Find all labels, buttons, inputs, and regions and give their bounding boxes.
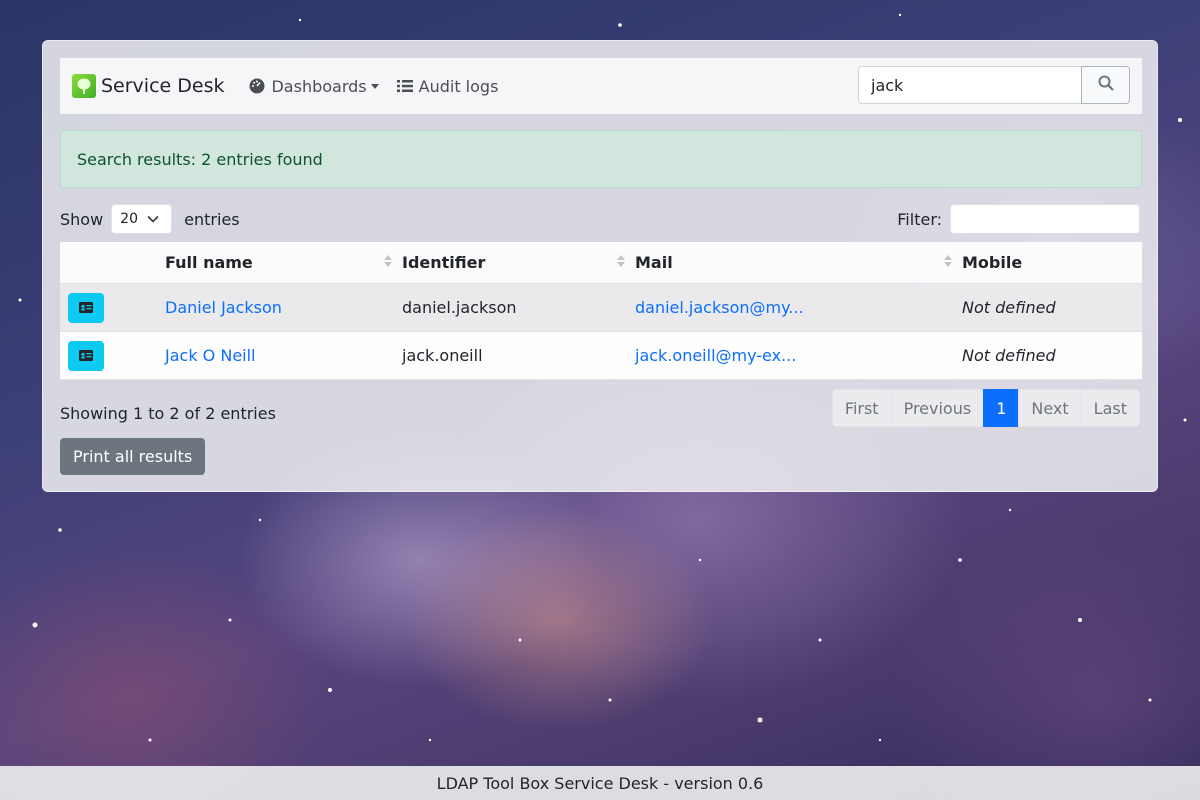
pagination-last[interactable]: Last: [1080, 389, 1140, 427]
main-panel: Service Desk Dashboards Audit logs jack …: [42, 40, 1158, 492]
header-mail[interactable]: Mail: [635, 253, 962, 272]
full-name-link[interactable]: Daniel Jackson: [165, 298, 282, 317]
sort-icon: [384, 255, 392, 272]
sort-icon: [944, 255, 952, 272]
full-name-link[interactable]: Jack O Neill: [165, 346, 256, 365]
navbar: Service Desk Dashboards Audit logs jack: [60, 58, 1142, 114]
sort-icon: [617, 255, 625, 272]
header-mobile-label: Mobile: [962, 253, 1023, 272]
brand-link[interactable]: Service Desk: [72, 74, 224, 98]
print-all-results-button[interactable]: Print all results: [60, 438, 206, 475]
length-control: Show 20 entries: [60, 204, 240, 234]
header-full-name-label: Full name: [165, 253, 253, 272]
pagination-next[interactable]: Next: [1018, 389, 1082, 427]
cell-mail: jack.oneill@my-ex...: [635, 346, 962, 365]
cell-full-name: Jack O Neill: [165, 346, 402, 365]
pagination: First Previous 1 Next Last: [831, 389, 1140, 427]
gauge-icon: [249, 78, 265, 94]
search-input[interactable]: [858, 66, 1081, 104]
search-form: [858, 66, 1130, 104]
results-table: Full name Identifier Mail Mobile Daniel …: [60, 242, 1142, 380]
show-label: Show: [60, 209, 104, 229]
footer: LDAP Tool Box Service Desk - version 0.6: [0, 766, 1200, 800]
cell-full-name: Daniel Jackson: [165, 298, 402, 317]
cell-mail: daniel.jackson@my...: [635, 298, 962, 317]
chevron-down-icon: [147, 211, 159, 227]
nav-audit-logs[interactable]: Audit logs: [396, 76, 499, 96]
caret-down-icon: [370, 83, 379, 89]
filter-control: Filter:: [897, 204, 1140, 234]
list-icon: [396, 79, 413, 93]
cell-identifier: jack.oneill: [402, 346, 483, 365]
alert-text: Search results: 2 entries found: [77, 149, 323, 169]
row-actions: [60, 340, 165, 371]
nav-dashboards-label: Dashboards: [271, 76, 367, 96]
search-icon: [1098, 75, 1114, 95]
pagination-page-1[interactable]: 1: [983, 389, 1020, 427]
cell-mobile: Not defined: [962, 298, 1056, 317]
cell-identifier: daniel.jackson: [402, 298, 517, 317]
table-row: Jack O Neill jack.oneill jack.oneill@my-…: [60, 331, 1142, 379]
row-actions: [60, 292, 165, 323]
pagination-previous[interactable]: Previous: [890, 389, 985, 427]
table-info: Showing 1 to 2 of 2 entries: [60, 404, 276, 423]
cell-mobile: Not defined: [962, 346, 1056, 365]
tree-logo-icon: [72, 74, 96, 98]
nav-audit-logs-label: Audit logs: [418, 76, 499, 96]
table-header: Full name Identifier Mail Mobile: [60, 242, 1142, 283]
search-results-alert: Search results: 2 entries found: [60, 130, 1142, 188]
filter-input[interactable]: [950, 204, 1140, 234]
view-entry-button[interactable]: [68, 340, 104, 371]
id-card-icon: [79, 346, 93, 365]
entries-per-page-value: 20: [120, 211, 138, 227]
mail-link[interactable]: daniel.jackson@my...: [635, 298, 804, 317]
view-entry-button[interactable]: [68, 292, 104, 323]
footer-text: LDAP Tool Box Service Desk - version 0.6: [436, 773, 764, 793]
header-identifier-label: Identifier: [402, 253, 486, 272]
brand-title: Service Desk: [101, 75, 225, 97]
table-body: Daniel Jackson daniel.jackson daniel.jac…: [60, 283, 1142, 380]
header-identifier[interactable]: Identifier: [402, 253, 635, 272]
id-card-icon: [79, 298, 93, 317]
pagination-first[interactable]: First: [831, 389, 892, 427]
nav-dashboards-dropdown[interactable]: Dashboards: [249, 76, 379, 96]
entries-per-page-select[interactable]: 20: [111, 204, 173, 234]
header-full-name[interactable]: Full name: [165, 253, 402, 272]
header-mobile: Mobile: [962, 253, 1142, 272]
table-row: Daniel Jackson daniel.jackson daniel.jac…: [60, 283, 1142, 331]
header-mail-label: Mail: [635, 253, 673, 272]
entries-label: entries: [184, 209, 240, 229]
search-button[interactable]: [1081, 66, 1130, 104]
filter-label: Filter:: [897, 209, 942, 229]
mail-link[interactable]: jack.oneill@my-ex...: [635, 346, 796, 365]
